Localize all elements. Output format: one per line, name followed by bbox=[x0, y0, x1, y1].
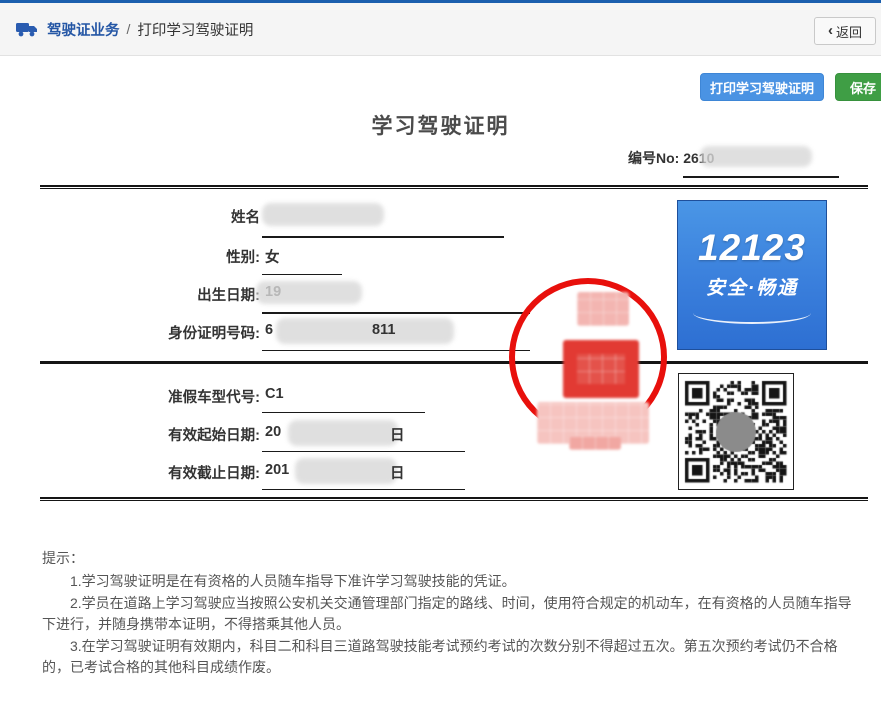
valid-to-redaction bbox=[295, 458, 397, 484]
valid-from-tail: 日 bbox=[390, 424, 405, 445]
print-certificate-button[interactable]: 打印学习驾驶证明 bbox=[700, 73, 824, 101]
valid-to-label: 有效截止日期: bbox=[40, 462, 260, 483]
double-rule-bottom bbox=[40, 497, 868, 501]
valid-from-label: 有效起始日期: bbox=[40, 424, 260, 445]
logo-number: 12123 bbox=[698, 227, 806, 269]
back-button[interactable]: ‹ 返回 bbox=[814, 17, 876, 45]
valid-to-underline bbox=[262, 489, 465, 490]
id-number-label: 身份证明号码: bbox=[40, 322, 260, 343]
red-stamp-circle bbox=[509, 278, 667, 436]
birth-date-underline bbox=[262, 312, 530, 314]
breadcrumb: 驾驶证业务 / 打印学习驾驶证明 ‹ 返回 bbox=[0, 3, 881, 56]
vehicle-type-value: C1 bbox=[265, 386, 284, 402]
breadcrumb-current: 打印学习驾驶证明 bbox=[137, 19, 253, 40]
tips-item-3: 3.在学习驾驶证明有效期内，科目二和科目三道路驾驶技能考试预约考试的次数分别不得… bbox=[42, 636, 864, 678]
valid-from-underline bbox=[262, 451, 465, 452]
valid-to-prefix: 201 bbox=[265, 462, 289, 478]
page-title: 学习驾驶证明 bbox=[0, 110, 881, 140]
serial-redaction bbox=[700, 146, 812, 167]
gender-underline bbox=[262, 274, 342, 275]
birth-date-redaction bbox=[256, 281, 362, 304]
name-underline bbox=[262, 236, 504, 238]
photo-mosaic-foot bbox=[569, 436, 621, 450]
double-rule-top bbox=[40, 185, 868, 189]
name-redaction bbox=[262, 203, 384, 226]
valid-to-tail: 日 bbox=[390, 462, 405, 483]
tips-section: 提示： 1.学习驾驶证明是在有资格的人员随车指导下准许学习驾驶技能的凭证。 2.… bbox=[42, 548, 864, 679]
page: { "header": { "breadcrumb_root": "驾驶证业务"… bbox=[0, 0, 881, 713]
tips-heading: 提示： bbox=[42, 548, 864, 569]
chevron-left-icon: ‹ bbox=[828, 23, 833, 38]
id-number-suffix: 811 bbox=[372, 322, 395, 338]
back-button-label: 返回 bbox=[836, 22, 862, 41]
serial-underline bbox=[683, 176, 839, 178]
breadcrumb-separator: / bbox=[127, 21, 131, 37]
valid-from-prefix: 20 bbox=[265, 424, 281, 440]
name-label: 姓名 bbox=[40, 206, 260, 227]
breadcrumb-root[interactable]: 驾驶证业务 bbox=[47, 19, 120, 40]
serial-label: 编号No: bbox=[628, 150, 679, 166]
id-number-redaction bbox=[276, 318, 454, 344]
save-button[interactable]: 保存 bbox=[835, 73, 881, 101]
gender-value: 女 bbox=[265, 246, 280, 267]
logo-slogan: 安全·畅通 bbox=[706, 273, 798, 300]
id-number-underline bbox=[262, 350, 530, 351]
qr-code bbox=[678, 373, 794, 490]
birth-date-label: 出生日期: bbox=[40, 284, 260, 305]
photo-mosaic-top bbox=[577, 292, 629, 326]
vehicle-type-underline bbox=[262, 412, 425, 413]
app-12123-logo: 12123 安全·畅通 bbox=[677, 200, 827, 350]
tips-item-1: 1.学习驾驶证明是在有资格的人员随车指导下准许学习驾驶技能的凭证。 bbox=[42, 571, 864, 592]
tips-item-2: 2.学员在道路上学习驾驶应当按照公安机关交通管理部门指定的路线、时间，使用符合规… bbox=[42, 593, 864, 635]
middle-rule bbox=[40, 361, 868, 364]
valid-from-redaction bbox=[288, 420, 398, 446]
gender-label: 性别: bbox=[40, 246, 260, 267]
truck-icon bbox=[16, 21, 38, 38]
photo-mosaic-middle bbox=[563, 340, 639, 398]
logo-arc bbox=[693, 302, 811, 324]
qr-canvas bbox=[682, 378, 790, 486]
id-number-prefix: 6 bbox=[265, 322, 273, 338]
vehicle-type-label: 准假车型代号: bbox=[40, 386, 260, 407]
